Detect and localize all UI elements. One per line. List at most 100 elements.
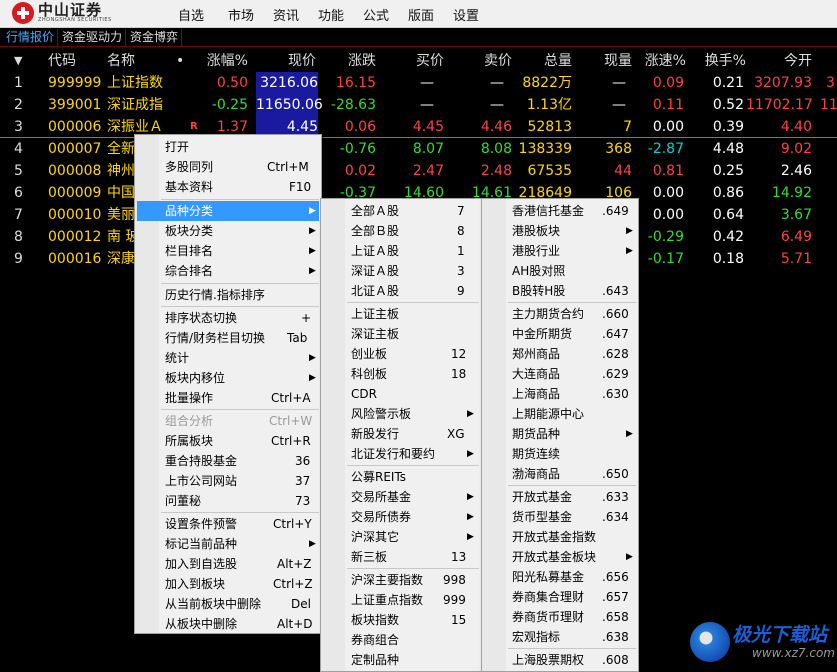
table-row[interactable]: 2 399001 深证成指 -0.25 11650.06 -28.63 — — … [0, 94, 837, 116]
menu-settings[interactable]: 设置 [453, 5, 479, 24]
menu-item-exchange-fund[interactable]: 交易所基金 ▶ [323, 487, 479, 507]
menu-item-macro[interactable]: 宏观指标 .638 [484, 627, 636, 647]
menu-item-column-switch[interactable]: 行情/财务栏目切换 Tab [137, 328, 319, 348]
menu-item-neeq[interactable]: 新三板 13 [323, 547, 479, 567]
menu-item-hk-industry[interactable]: 港股行业 ▶ [484, 241, 636, 261]
menu-item-reits[interactable]: 公募REITs [323, 467, 479, 487]
menu-item-ah-compare[interactable]: AH股对照 [484, 261, 636, 281]
menu-item-broker-money[interactable]: 券商货币理财 .658 [484, 607, 636, 627]
menu-item-column-rank[interactable]: 栏目排名 ▶ [137, 241, 319, 261]
menu-item-cffex[interactable]: 中金所期货 .647 [484, 324, 636, 344]
tab-quotes[interactable]: 行情报价 [3, 29, 59, 46]
menu-item-sh-key-index[interactable]: 上证重点指数 999 [323, 590, 479, 610]
menu-item-broker-collective[interactable]: 券商集合理财 .657 [484, 587, 636, 607]
menu-item-add-watchlist[interactable]: 加入到自选股 Alt+Z [137, 554, 319, 574]
menu-item-sort-toggle[interactable]: 排序状态切换 + [137, 308, 319, 328]
menu-item-hk-sector[interactable]: 港股板块 ▶ [484, 221, 636, 241]
menu-item-main-index[interactable]: 沪深主要指数 998 [323, 570, 479, 590]
col-speed[interactable]: 涨速% [626, 50, 686, 72]
menu-item-history-sort[interactable]: 历史行情.指标排序 [137, 285, 319, 305]
menu-item-sz-a[interactable]: 深证Ａ股 3 [323, 261, 479, 281]
menu-item-private-fund[interactable]: 阳光私募基金 .656 [484, 567, 636, 587]
col-turnover[interactable]: 换手% [686, 50, 746, 72]
menu-item-open-fund-sector[interactable]: 开放式基金板块 ▶ [484, 547, 636, 567]
menu-item-broker-combo[interactable]: 券商组合 [323, 630, 479, 650]
menu-item-b-to-h[interactable]: B股转H股 .643 [484, 281, 636, 301]
menu-item-main-futures[interactable]: 主力期货合约 .660 [484, 304, 636, 324]
menu-item-ine[interactable]: 上期能源中心 [484, 404, 636, 424]
menu-item-sh-option[interactable]: 上海股票期权 .608 [484, 650, 636, 670]
menu-item-custom[interactable]: 定制品种 [323, 650, 479, 670]
menu-item-company-website[interactable]: 上市公司网站 37 [137, 471, 319, 491]
menu-news[interactable]: 资讯 [273, 5, 299, 24]
menu-item-star[interactable]: 科创板 18 [323, 364, 479, 384]
col-change[interactable]: 涨跌 [320, 50, 376, 72]
menu-item-delete-from-sector[interactable]: 从板块中删除 Alt+D [137, 614, 319, 634]
col-name[interactable]: 名称 [107, 50, 135, 72]
menu-item-bj-a[interactable]: 北证Ａ股 9 [323, 281, 479, 301]
col-pct[interactable]: 涨幅% [190, 50, 248, 72]
menu-item-sector-index[interactable]: 板块指数 15 [323, 610, 479, 630]
menu-item-sector-category[interactable]: 板块分类 ▶ [137, 221, 319, 241]
menu-item-futures-variety[interactable]: 期货品种 ▶ [484, 424, 636, 444]
col-code[interactable]: 代码 [48, 50, 76, 72]
menu-item-dce[interactable]: 大连商品 .629 [484, 364, 636, 384]
menu-item-overlap-funds[interactable]: 重合持股基金 36 [137, 451, 319, 471]
menu-item-batch[interactable]: 批量操作 Ctrl+A [137, 388, 319, 408]
menu-item-portfolio-analysis[interactable]: 组合分析 Ctrl+W [137, 411, 319, 431]
menu-item-all-a[interactable]: 全部Ａ股 7 [323, 201, 479, 221]
menu-functions[interactable]: 功能 [318, 5, 344, 24]
menu-item-sh-a[interactable]: 上证Ａ股 1 [323, 241, 479, 261]
menu-item-chinext[interactable]: 创业板 12 [323, 344, 479, 364]
menu-item-hk-trust[interactable]: 香港信托基金 .649 [484, 201, 636, 221]
menu-item-ask-secretary[interactable]: 问董秘 73 [137, 491, 319, 511]
tab-capital-drive[interactable]: 资金驱动力 [59, 29, 127, 46]
menu-item-hs-other[interactable]: 沪深其它 ▶ [323, 527, 479, 547]
menu-item-label: 港股行业 [512, 244, 561, 258]
menu-zixuan[interactable]: 自选 [178, 5, 204, 24]
menu-item-mark-current[interactable]: 标记当前品种 ▶ [137, 534, 319, 554]
col-open[interactable]: 今开 [752, 50, 812, 72]
menu-item-basic-info[interactable]: 基本资料 F10 [137, 177, 319, 197]
table-row[interactable]: 4 000007 全新 -0.76 8.07 8.08 138339 368 -… [0, 138, 837, 160]
menu-item-delete-current[interactable]: 从当前板块中删除 Del [137, 594, 319, 614]
menu-item-exchange-bond[interactable]: 交易所债券 ▶ [323, 507, 479, 527]
menu-layout[interactable]: 版面 [408, 5, 434, 24]
menu-item-money-fund[interactable]: 货币型基金 .634 [484, 507, 636, 527]
menu-item-futures-continuous[interactable]: 期货连续 [484, 444, 636, 464]
row-volume: 67535 [527, 163, 572, 179]
menu-item-zce[interactable]: 郑州商品 .628 [484, 344, 636, 364]
menu-item-sector-move[interactable]: 板块内移位 ▶ [137, 368, 319, 388]
col-cur-volume[interactable]: 现量 [572, 50, 632, 72]
menu-item-set-alert[interactable]: 设置条件预警 Ctrl+Y [137, 514, 319, 534]
table-row[interactable]: 1 999999 上证指数 0.50 3216.06 16.15 — — 882… [0, 72, 837, 94]
menu-item-variety-category[interactable]: 品种分类 ▶ [137, 201, 319, 221]
sort-down-icon[interactable]: ▼ [14, 50, 22, 72]
menu-item-ipo[interactable]: 新股发行 XG [323, 424, 479, 444]
menu-formula[interactable]: 公式 [363, 5, 389, 24]
table-row[interactable]: 3 000006 深振业Ａ R 1.37 4.45 0.06 4.45 4.46… [0, 116, 837, 138]
menu-item-add-sector[interactable]: 加入到板块 Ctrl+Z [137, 574, 319, 594]
menu-item-open-fund[interactable]: 开放式基金 .633 [484, 487, 636, 507]
menu-item-open[interactable]: 打开 [137, 137, 319, 157]
col-bid[interactable]: 买价 [384, 50, 444, 72]
menu-item-open-fund-index[interactable]: 开放式基金指数 [484, 527, 636, 547]
menu-market[interactable]: 市场 [228, 5, 254, 24]
menu-item-bohai[interactable]: 渤海商品 .650 [484, 464, 636, 484]
menu-item-sh-main[interactable]: 上证主板 [323, 304, 479, 324]
menu-item-risk-warning[interactable]: 风险警示板 ▶ [323, 404, 479, 424]
menu-item-shfe[interactable]: 上海商品 .630 [484, 384, 636, 404]
menu-item-overall-rank[interactable]: 综合排名 ▶ [137, 261, 319, 281]
menu-item-multi-stock[interactable]: 多股同列 Ctrl+M [137, 157, 319, 177]
col-volume[interactable]: 总量 [512, 50, 572, 72]
menu-item-belong-sector[interactable]: 所属板块 Ctrl+R [137, 431, 319, 451]
menu-item-cdr[interactable]: CDR [323, 384, 479, 404]
menu-item-statistics[interactable]: 统计 ▶ [137, 348, 319, 368]
table-row[interactable]: 5 000008 神州 0.02 2.47 2.48 67535 44 0.81… [0, 160, 837, 182]
tab-capital-game[interactable]: 资金博弈 [127, 29, 183, 46]
col-ask[interactable]: 卖价 [452, 50, 512, 72]
menu-item-all-b[interactable]: 全部Ｂ股 8 [323, 221, 479, 241]
menu-item-sz-main[interactable]: 深证主板 [323, 324, 479, 344]
col-price[interactable]: 现价 [260, 50, 316, 72]
menu-item-bj-offer[interactable]: 北证发行和要约 ▶ [323, 444, 479, 464]
